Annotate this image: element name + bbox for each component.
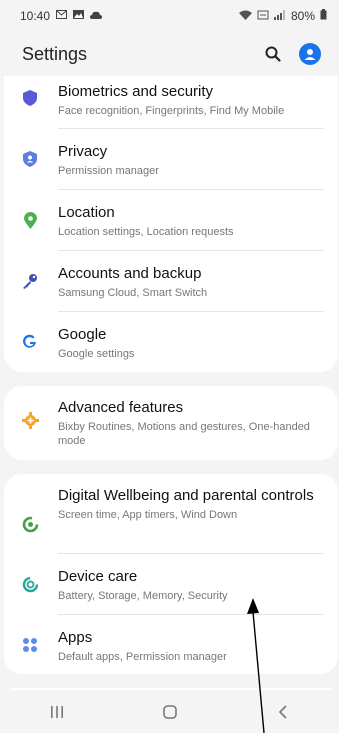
divider [58,250,324,251]
item-text: Apps Default apps, Permission manager [58,628,320,664]
item-text: Device care Battery, Storage, Memory, Se… [58,567,320,603]
volte-icon [257,10,269,23]
settings-item-accounts-backup[interactable]: Accounts and backup Samsung Cloud, Smart… [4,264,338,310]
profile-icon[interactable] [299,43,321,65]
apps-grid-icon [20,635,40,655]
divider [58,614,324,615]
search-icon[interactable] [263,44,283,64]
settings-group-1: Biometrics and security Face recognition… [4,76,338,372]
item-text: Accounts and backup Samsung Cloud, Smart… [58,264,320,300]
settings-item-location[interactable]: Location Location settings, Location req… [4,203,338,249]
divider [58,311,324,312]
status-right: 80% [238,9,327,23]
battery-percent: 80% [290,9,315,23]
item-title: Digital Wellbeing and parental controls [58,487,314,504]
device-care-icon [20,574,40,594]
item-title: Accounts and backup [58,265,202,282]
settings-item-apps[interactable]: Apps Default apps, Permission manager [4,628,338,674]
wellbeing-icon [20,514,40,534]
location-pin-icon [20,210,40,230]
item-title: Device care [58,568,138,585]
item-title: Advanced features [58,399,184,416]
settings-item-biometrics[interactable]: Biometrics and security Face recognition… [4,82,338,122]
item-subtitle: Default apps, Permission manager [58,651,227,663]
cloud-icon [90,11,103,22]
item-text: Location Location settings, Location req… [58,203,320,239]
settings-item-advanced-features[interactable]: Advanced features Bixby Routines, Motion… [4,398,338,454]
settings-item-privacy[interactable]: Privacy Permission manager [4,142,338,188]
status-left: 10:40 [20,9,103,23]
item-subtitle: Samsung Cloud, Smart Switch [58,287,208,299]
google-icon [20,332,40,352]
status-bar: 10:40 80% [0,0,339,32]
gear-plus-icon [20,410,40,430]
settings-group-3: Digital Wellbeing and parental controls … [4,474,338,674]
item-subtitle: Screen time, App timers, Wind Down [58,509,238,521]
item-text: Google Google settings [58,325,320,361]
home-icon[interactable] [150,697,190,727]
image-icon [73,10,85,22]
item-subtitle: Battery, Storage, Memory, Security [58,590,228,602]
item-title: Apps [58,629,93,646]
back-icon[interactable] [263,697,303,727]
shield-icon [20,88,40,108]
battery-icon [320,9,327,23]
header-actions [263,43,321,65]
wifi-icon [238,10,252,23]
divider [58,553,324,554]
item-title: Privacy [58,143,108,160]
settings-item-device-care[interactable]: Device care Battery, Storage, Memory, Se… [4,567,338,613]
item-text: Digital Wellbeing and parental controls … [58,486,320,522]
item-subtitle: Google settings [58,348,135,360]
recents-icon[interactable] [37,697,77,727]
navigation-bar [0,690,339,733]
signal-icon [273,9,286,23]
app-header: Settings [0,34,339,74]
item-text: Advanced features Bixby Routines, Motion… [58,398,320,448]
settings-item-digital-wellbeing[interactable]: Digital Wellbeing and parental controls … [4,486,338,548]
item-title: Biometrics and security [58,83,214,100]
settings-group-2: Advanced features Bixby Routines, Motion… [4,386,338,460]
item-text: Biometrics and security Face recognition… [58,82,320,118]
item-subtitle: Bixby Routines, Motions and gestures, On… [58,421,310,447]
divider [58,128,324,129]
mail-icon [56,10,68,22]
status-time: 10:40 [20,9,51,23]
divider [58,189,324,190]
item-subtitle: Face recognition, Fingerprints, Find My … [58,105,285,117]
item-title: Location [58,204,115,221]
item-text: Privacy Permission manager [58,142,320,178]
item-title: Google [58,326,107,343]
privacy-shield-icon [20,149,40,169]
settings-item-google[interactable]: Google Google settings [4,325,338,371]
key-icon [20,271,40,291]
item-subtitle: Permission manager [58,165,159,177]
item-subtitle: Location settings, Location requests [58,226,234,238]
page-title: Settings [22,43,88,64]
